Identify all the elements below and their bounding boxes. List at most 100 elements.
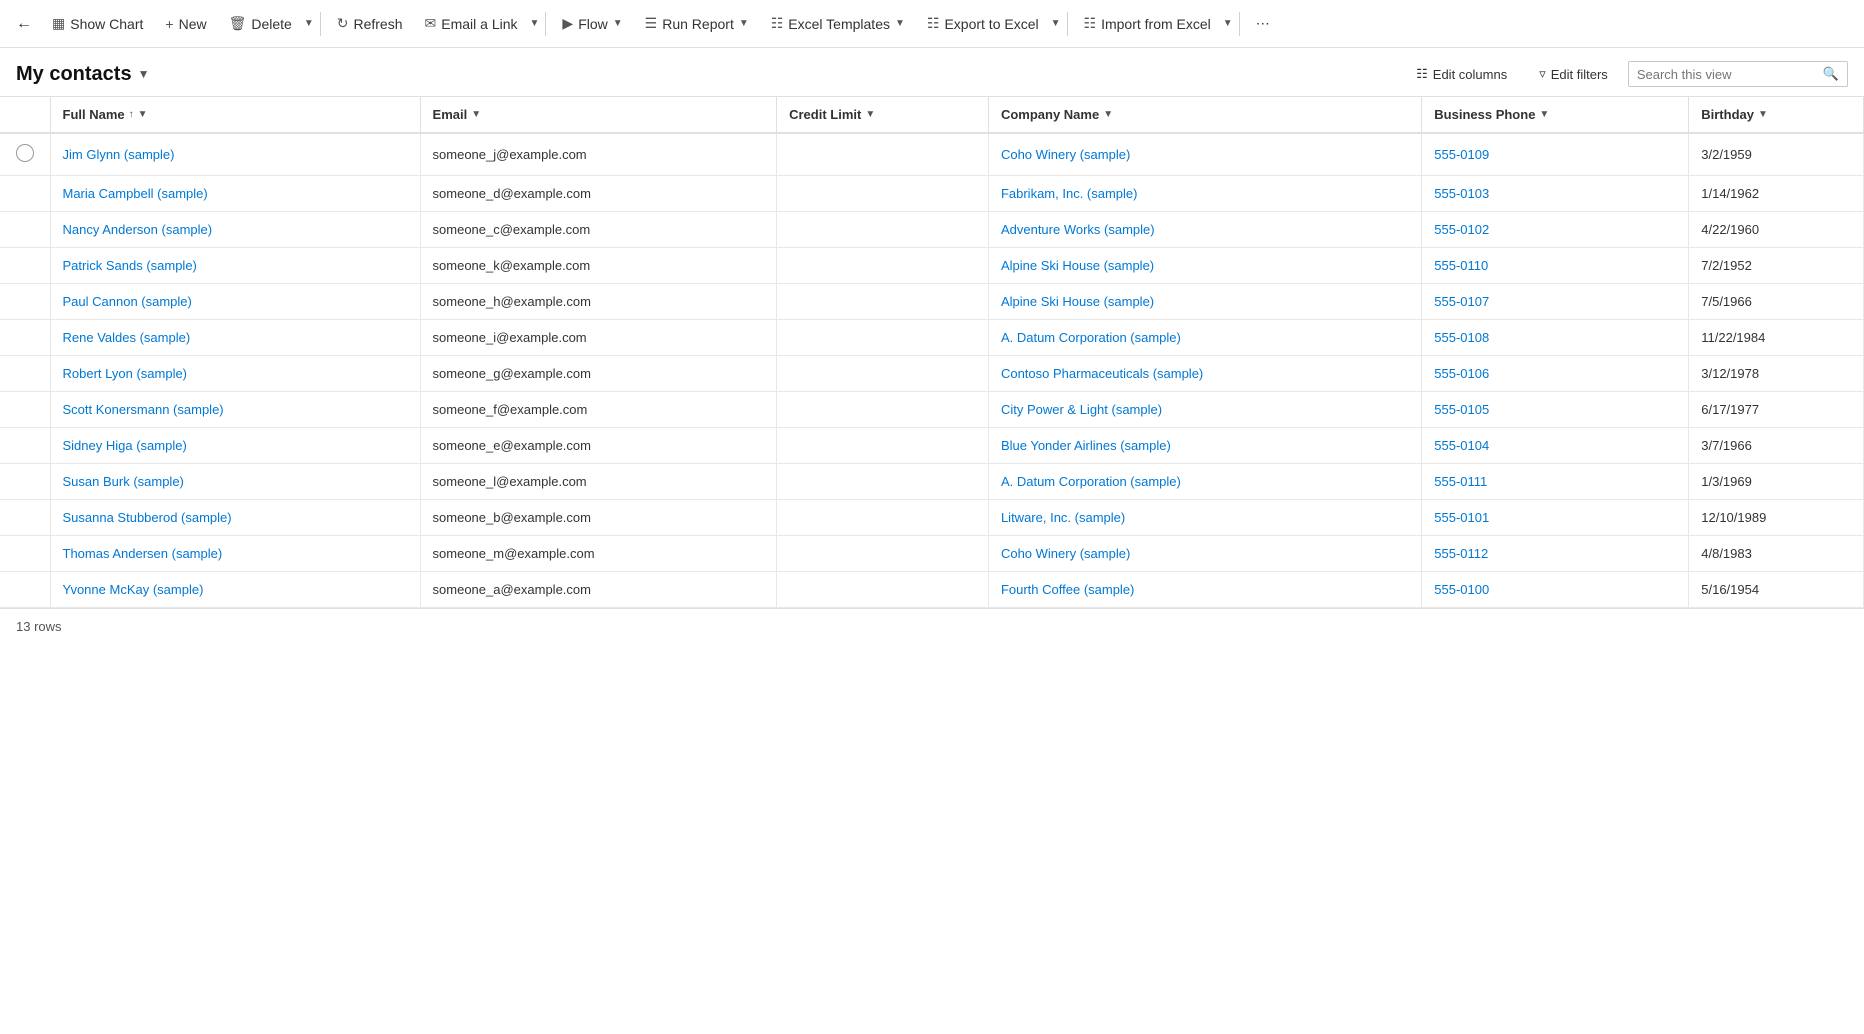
companyname-cell[interactable]: Adventure Works (sample): [988, 212, 1421, 248]
creditlimit-sort[interactable]: Credit Limit ▼: [789, 107, 875, 122]
businessphone-cell[interactable]: 555-0107: [1422, 284, 1689, 320]
businessphone-column-header[interactable]: Business Phone ▼: [1422, 97, 1689, 133]
import-dropdown-chevron[interactable]: ▼: [1223, 18, 1233, 29]
row-checkbox-cell[interactable]: [0, 500, 50, 536]
row-checkbox-cell[interactable]: [0, 392, 50, 428]
fullname-cell[interactable]: Jim Glynn (sample): [50, 133, 420, 176]
businessphone-cell[interactable]: 555-0106: [1422, 356, 1689, 392]
fullname-cell[interactable]: Robert Lyon (sample): [50, 356, 420, 392]
email-column-header[interactable]: Email ▼: [420, 97, 777, 133]
fullname-cell[interactable]: Patrick Sands (sample): [50, 248, 420, 284]
companyname-cell[interactable]: Fabrikam, Inc. (sample): [988, 176, 1421, 212]
fullname-cell[interactable]: Maria Campbell (sample): [50, 176, 420, 212]
delete-button[interactable]: 🗑 Delete: [219, 9, 302, 38]
row-checkbox-cell[interactable]: [0, 212, 50, 248]
fullname-cell[interactable]: Nancy Anderson (sample): [50, 212, 420, 248]
businessphone-cell[interactable]: 555-0109: [1422, 133, 1689, 176]
email-cell: someone_h@example.com: [420, 284, 777, 320]
businessphone-cell[interactable]: 555-0110: [1422, 248, 1689, 284]
row-checkbox-cell[interactable]: [0, 356, 50, 392]
excel-templates-button[interactable]: ☷ Excel Templates ▼: [761, 9, 915, 38]
fullname-cell[interactable]: Rene Valdes (sample): [50, 320, 420, 356]
businessphone-cell[interactable]: 555-0112: [1422, 536, 1689, 572]
new-button[interactable]: + New: [155, 10, 216, 38]
import-excel-button[interactable]: ☷ Import from Excel: [1074, 9, 1221, 38]
businessphone-cell[interactable]: 555-0103: [1422, 176, 1689, 212]
email-header-label: Email: [433, 107, 468, 122]
companyname-cell[interactable]: Coho Winery (sample): [988, 133, 1421, 176]
email-cell: someone_g@example.com: [420, 356, 777, 392]
row-checkbox-cell[interactable]: [0, 536, 50, 572]
businessphone-sort[interactable]: Business Phone ▼: [1434, 107, 1549, 122]
companyname-sort[interactable]: Company Name ▼: [1001, 107, 1113, 122]
fullname-cell[interactable]: Yvonne McKay (sample): [50, 572, 420, 608]
fullname-cell[interactable]: Susan Burk (sample): [50, 464, 420, 500]
table-header-row: Full Name ↑ ▼ Email ▼ Credit Limit ▼: [0, 97, 1864, 133]
row-checkbox-cell[interactable]: [0, 133, 50, 176]
companyname-cell[interactable]: Litware, Inc. (sample): [988, 500, 1421, 536]
row-checkbox-cell[interactable]: [0, 428, 50, 464]
companyname-cell[interactable]: Alpine Ski House (sample): [988, 284, 1421, 320]
birthday-sort[interactable]: Birthday ▼: [1701, 107, 1768, 122]
search-box[interactable]: 🔍: [1628, 61, 1848, 87]
businessphone-cell[interactable]: 555-0104: [1422, 428, 1689, 464]
columns-icon: ☷: [1416, 66, 1428, 82]
fullname-cell[interactable]: Scott Konersmann (sample): [50, 392, 420, 428]
businessphone-cell[interactable]: 555-0108: [1422, 320, 1689, 356]
businessphone-cell[interactable]: 555-0102: [1422, 212, 1689, 248]
companyname-cell[interactable]: A. Datum Corporation (sample): [988, 464, 1421, 500]
birthday-cell: 3/7/1966: [1689, 428, 1864, 464]
businessphone-cell[interactable]: 555-0105: [1422, 392, 1689, 428]
export-dropdown-chevron[interactable]: ▼: [1051, 18, 1061, 29]
businessphone-cell[interactable]: 555-0101: [1422, 500, 1689, 536]
companyname-cell[interactable]: Coho Winery (sample): [988, 536, 1421, 572]
row-checkbox-cell[interactable]: [0, 320, 50, 356]
back-button[interactable]: ←: [8, 9, 40, 39]
fullname-sort[interactable]: Full Name ↑ ▼: [63, 107, 148, 122]
view-title-chevron[interactable]: ▼: [138, 67, 150, 81]
email-sort[interactable]: Email ▼: [433, 107, 482, 122]
companyname-cell[interactable]: City Power & Light (sample): [988, 392, 1421, 428]
row-checkbox-cell[interactable]: [0, 176, 50, 212]
companyname-cell[interactable]: Blue Yonder Airlines (sample): [988, 428, 1421, 464]
email-cell: someone_m@example.com: [420, 536, 777, 572]
fullname-column-header[interactable]: Full Name ↑ ▼: [50, 97, 420, 133]
email-dropdown-chevron[interactable]: ▼: [530, 18, 540, 29]
import-excel-label: Import from Excel: [1101, 16, 1211, 32]
businessphone-sort-chevron: ▼: [1539, 109, 1549, 120]
companyname-cell[interactable]: Fourth Coffee (sample): [988, 572, 1421, 608]
refresh-button[interactable]: ↻ Refresh: [327, 9, 413, 38]
email-cell: someone_e@example.com: [420, 428, 777, 464]
show-chart-button[interactable]: ▦ Show Chart: [42, 9, 153, 38]
fullname-cell[interactable]: Sidney Higa (sample): [50, 428, 420, 464]
delete-dropdown-chevron[interactable]: ▼: [304, 18, 314, 29]
export-excel-button[interactable]: ☷ Export to Excel: [917, 9, 1049, 38]
run-report-button[interactable]: ☰ Run Report ▼: [635, 9, 759, 38]
businessphone-cell[interactable]: 555-0100: [1422, 572, 1689, 608]
birthday-column-header[interactable]: Birthday ▼: [1689, 97, 1864, 133]
companyname-cell[interactable]: Alpine Ski House (sample): [988, 248, 1421, 284]
view-actions: ☷ Edit columns ▿ Edit filters 🔍: [1404, 60, 1848, 88]
fullname-cell[interactable]: Thomas Andersen (sample): [50, 536, 420, 572]
fullname-cell[interactable]: Paul Cannon (sample): [50, 284, 420, 320]
creditlimit-column-header[interactable]: Credit Limit ▼: [777, 97, 989, 133]
row-checkbox-cell[interactable]: [0, 464, 50, 500]
search-input[interactable]: [1637, 67, 1817, 82]
creditlimit-cell: [777, 572, 989, 608]
companyname-cell[interactable]: Contoso Pharmaceuticals (sample): [988, 356, 1421, 392]
flow-button[interactable]: ▶ Flow ▼: [552, 9, 632, 38]
companyname-cell[interactable]: A. Datum Corporation (sample): [988, 320, 1421, 356]
edit-filters-button[interactable]: ▿ Edit filters: [1527, 60, 1620, 88]
more-button[interactable]: ⋯: [1246, 9, 1280, 38]
edit-columns-button[interactable]: ☷ Edit columns: [1404, 60, 1519, 88]
businessphone-cell[interactable]: 555-0111: [1422, 464, 1689, 500]
email-link-button[interactable]: ✉ Email a Link: [415, 9, 528, 38]
row-checkbox[interactable]: [16, 144, 34, 162]
row-checkbox-cell[interactable]: [0, 248, 50, 284]
row-checkbox-cell[interactable]: [0, 572, 50, 608]
birthday-cell: 11/22/1984: [1689, 320, 1864, 356]
fullname-cell[interactable]: Susanna Stubberod (sample): [50, 500, 420, 536]
row-checkbox-cell[interactable]: [0, 284, 50, 320]
email-cell: someone_l@example.com: [420, 464, 777, 500]
companyname-column-header[interactable]: Company Name ▼: [988, 97, 1421, 133]
